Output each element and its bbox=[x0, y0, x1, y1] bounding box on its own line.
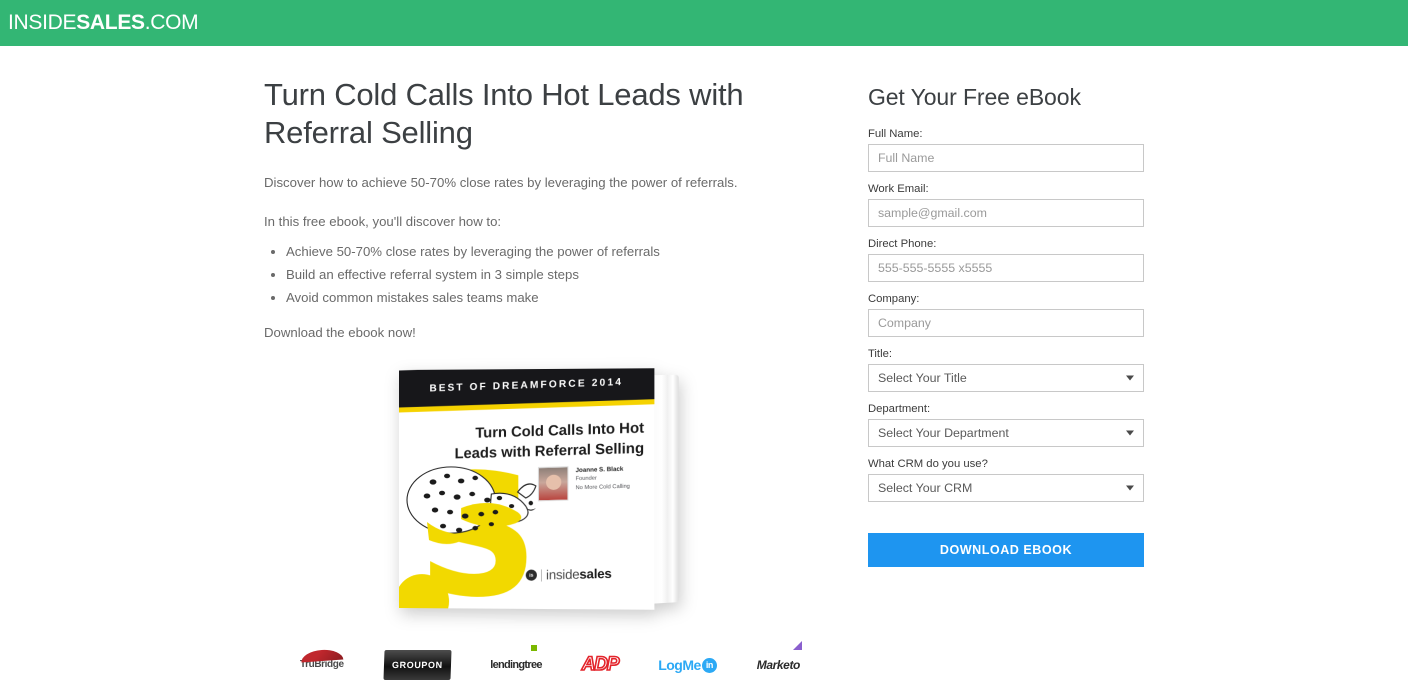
brand-bold: sales bbox=[579, 565, 612, 582]
label-title: Title: bbox=[867, 348, 892, 360]
logo-divider bbox=[540, 568, 542, 581]
crm-select[interactable]: Select Your CRM bbox=[867, 474, 1144, 502]
client-logo-logmein: LogMe in bbox=[658, 650, 717, 680]
marketo-arrow-icon bbox=[792, 641, 802, 650]
form-title: Get Your Free eBook bbox=[867, 84, 1081, 110]
brand-light: inside bbox=[546, 566, 580, 583]
client-logo-lendingtree: lendingtree bbox=[490, 645, 543, 680]
field-company: Company: bbox=[867, 293, 1144, 337]
logo-suffix: .COM bbox=[144, 11, 199, 34]
department-select[interactable]: Select Your Department bbox=[867, 419, 1144, 447]
page-body: Turn Cold Calls Into Hot Leads with Refe… bbox=[0, 46, 1408, 680]
field-full-name: Full Name: bbox=[867, 128, 1144, 172]
client-logo-strip: TruBridge GROUPON lendingtree ADP LogMe … bbox=[300, 641, 802, 680]
label-direct-phone: Direct Phone: bbox=[867, 238, 937, 250]
book-front-face: BEST OF DREAMFORCE 2014 Turn Cold Calls … bbox=[399, 367, 655, 610]
full-name-input[interactable] bbox=[867, 144, 1144, 172]
ebook-cover-area: BEST OF DREAMFORCE 2014 Turn Cold Calls … bbox=[264, 367, 840, 620]
download-ebook-button[interactable]: DOWNLOAD EBOOK bbox=[867, 533, 1144, 567]
department-select-value: Select Your Department bbox=[877, 426, 1009, 440]
marketing-column: Turn Cold Calls Into Hot Leads with Refe… bbox=[264, 46, 840, 620]
chevron-down-icon bbox=[1126, 485, 1134, 491]
author-details: Joanne S. Black Founder No More Cold Cal… bbox=[576, 464, 630, 500]
lendingtree-leaf-icon bbox=[530, 645, 537, 651]
field-department: Department: Select Your Department bbox=[867, 403, 1144, 447]
logmein-label: LogMe bbox=[658, 657, 701, 673]
list-item: Achieve 50-70% close rates by leveraging… bbox=[286, 243, 840, 262]
company-input[interactable] bbox=[867, 309, 1144, 337]
field-title: Title: Select Your Title bbox=[867, 348, 1144, 392]
label-department: Department: bbox=[867, 403, 931, 415]
author-photo bbox=[537, 465, 569, 501]
crm-select-value: Select Your CRM bbox=[877, 481, 973, 495]
ebook-cover-image: BEST OF DREAMFORCE 2014 Turn Cold Calls … bbox=[399, 367, 679, 610]
lead-capture-form: Get Your Free eBook Full Name: Work Emai… bbox=[867, 46, 1144, 620]
site-header: INSIDESALES.COM bbox=[0, 0, 1408, 46]
label-full-name: Full Name: bbox=[867, 128, 923, 140]
book-author-block: Joanne S. Black Founder No More Cold Cal… bbox=[537, 464, 630, 501]
label-company: Company: bbox=[867, 293, 920, 305]
cheetah-illustration bbox=[399, 447, 560, 544]
book-brand-text: insidesales bbox=[546, 565, 612, 582]
book-brand-logo: is insidesales bbox=[525, 565, 612, 582]
author-company: No More Cold Calling bbox=[575, 483, 630, 491]
client-logo-groupon: GROUPON bbox=[383, 650, 451, 680]
marketo-label: Marketo bbox=[756, 658, 801, 672]
title-select-value: Select Your Title bbox=[877, 371, 967, 385]
label-crm: What CRM do you use? bbox=[867, 458, 988, 470]
chevron-down-icon bbox=[1126, 430, 1134, 436]
chevron-down-icon bbox=[1126, 375, 1134, 381]
author-name: Joanne S. Black bbox=[575, 465, 624, 474]
field-work-email: Work Email: bbox=[867, 183, 1144, 227]
client-logo-adp: ADP bbox=[581, 653, 620, 676]
benefits-list: Achieve 50-70% close rates by leveraging… bbox=[264, 243, 840, 307]
logo-prefix: INSIDE bbox=[8, 11, 77, 34]
list-item: Build an effective referral system in 3 … bbox=[286, 266, 840, 285]
field-direct-phone: Direct Phone: bbox=[867, 238, 1144, 282]
title-select[interactable]: Select Your Title bbox=[867, 364, 1144, 392]
logo-bold: SALES bbox=[76, 11, 145, 34]
closing-text: Download the ebook now! bbox=[264, 324, 416, 340]
field-crm: What CRM do you use? Select Your CRM bbox=[867, 458, 1144, 502]
subheadline: Discover how to achieve 50-70% close rat… bbox=[264, 174, 738, 190]
insidesales-mark-icon: is bbox=[525, 569, 537, 581]
direct-phone-input[interactable] bbox=[867, 254, 1144, 282]
lendingtree-label: lendingtree bbox=[490, 659, 542, 671]
list-item: Avoid common mistakes sales teams make bbox=[286, 289, 840, 308]
insidesales-logo[interactable]: INSIDESALES.COM bbox=[8, 11, 199, 35]
work-email-input[interactable] bbox=[867, 199, 1144, 227]
content-wrapper: Turn Cold Calls Into Hot Leads with Refe… bbox=[264, 46, 1144, 620]
benefits-lead-in: In this free ebook, you'll discover how … bbox=[264, 214, 502, 230]
client-logo-marketo: Marketo bbox=[756, 641, 802, 680]
page-title: Turn Cold Calls Into Hot Leads with Refe… bbox=[264, 77, 744, 150]
label-work-email: Work Email: bbox=[867, 183, 929, 195]
logmein-badge-icon: in bbox=[701, 657, 717, 673]
client-logo-trubridge: TruBridge bbox=[300, 648, 344, 680]
